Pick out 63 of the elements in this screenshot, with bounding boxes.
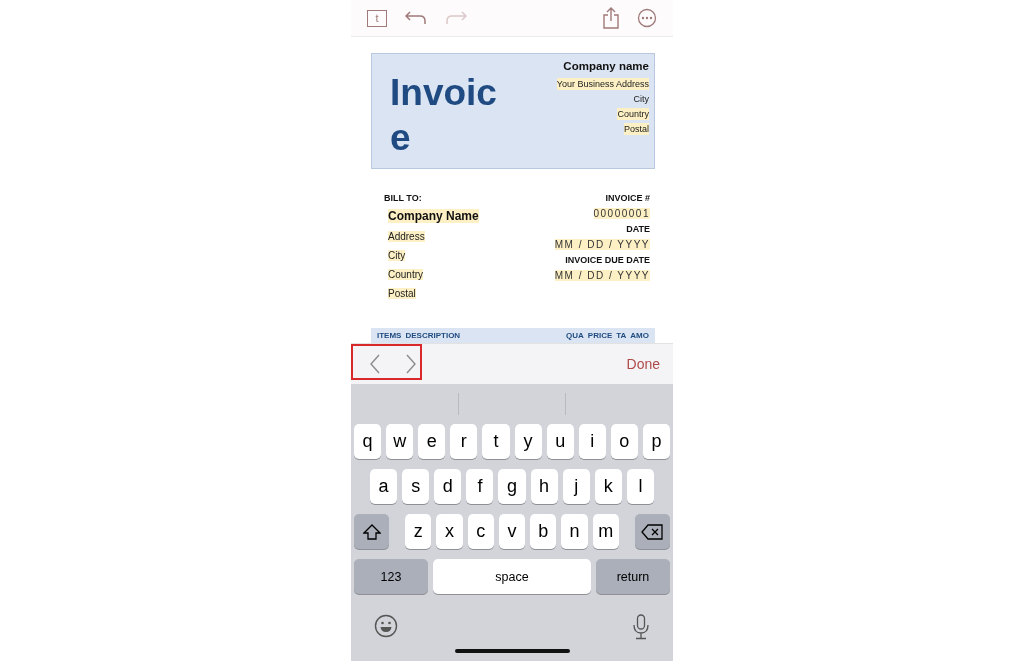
field-label: INVOICE DUE DATE bbox=[565, 255, 650, 265]
letter-key[interactable]: w bbox=[386, 424, 414, 459]
bill-to-field[interactable]: Company Name bbox=[388, 209, 479, 223]
letter-key[interactable]: n bbox=[561, 514, 588, 549]
document-icon[interactable]: t bbox=[367, 9, 387, 27]
column-header: DESCRIPTION bbox=[405, 331, 461, 340]
invoice-field[interactable]: MM / DD / YYYY bbox=[554, 270, 650, 281]
delete-key[interactable] bbox=[635, 514, 670, 549]
letter-key[interactable]: q bbox=[354, 424, 382, 459]
previous-icon[interactable] bbox=[369, 354, 381, 374]
letter-key[interactable]: e bbox=[418, 424, 446, 459]
bill-to-field[interactable]: Country bbox=[388, 269, 423, 280]
letter-key[interactable]: g bbox=[498, 469, 526, 504]
share-icon[interactable] bbox=[603, 7, 619, 29]
letter-key[interactable]: c bbox=[467, 514, 494, 549]
column-header: ITEMS bbox=[377, 331, 402, 340]
address-line[interactable]: City bbox=[633, 93, 649, 105]
delete-icon bbox=[641, 523, 664, 540]
letter-key[interactable]: r bbox=[450, 424, 478, 459]
letter-key[interactable]: k bbox=[594, 469, 622, 504]
next-icon[interactable] bbox=[405, 354, 417, 374]
letter-key[interactable]: h bbox=[530, 469, 558, 504]
letter-key[interactable]: f bbox=[466, 469, 494, 504]
done-button[interactable]: Done bbox=[626, 352, 660, 376]
space-key[interactable]: space bbox=[433, 559, 591, 594]
more-icon[interactable] bbox=[637, 8, 657, 28]
letter-key[interactable]: t bbox=[482, 424, 510, 459]
return-key[interactable]: return bbox=[596, 559, 670, 594]
letter-key[interactable]: d bbox=[434, 469, 462, 504]
letter-key[interactable]: x bbox=[436, 514, 463, 549]
bill-to-label: BILL TO: bbox=[384, 193, 422, 203]
field-label: DATE bbox=[626, 224, 650, 234]
letter-key[interactable]: j bbox=[562, 469, 590, 504]
bill-to-field[interactable]: Address bbox=[388, 231, 425, 242]
letter-key[interactable]: b bbox=[530, 514, 557, 549]
column-header: TA bbox=[616, 331, 627, 340]
invoice-field[interactable]: MM / DD / YYYY bbox=[554, 239, 650, 250]
field-label: INVOICE # bbox=[605, 193, 650, 203]
bill-to-field[interactable]: Postal bbox=[388, 288, 416, 299]
letter-key[interactable]: o bbox=[610, 424, 638, 459]
letter-key[interactable]: z bbox=[405, 514, 432, 549]
company-name: Company name bbox=[563, 60, 649, 72]
letter-key[interactable]: m bbox=[592, 514, 619, 549]
bill-to-field[interactable]: City bbox=[388, 250, 406, 261]
letter-key[interactable]: l bbox=[626, 469, 654, 504]
letter-key[interactable]: i bbox=[578, 424, 606, 459]
letter-key[interactable]: y bbox=[514, 424, 542, 459]
shift-key[interactable] bbox=[354, 514, 389, 549]
column-header: QUA bbox=[566, 331, 584, 340]
shift-icon bbox=[362, 523, 381, 540]
column-header: AMO bbox=[630, 331, 649, 340]
column-header: PRICE bbox=[587, 331, 613, 340]
letter-key[interactable]: u bbox=[546, 424, 574, 459]
undo-icon[interactable] bbox=[405, 11, 427, 25]
emoji-icon[interactable] bbox=[374, 614, 398, 638]
letter-key[interactable]: a bbox=[370, 469, 398, 504]
invoice-title: Invoice bbox=[390, 71, 498, 150]
numbers-key[interactable]: 123 bbox=[354, 559, 428, 594]
invoice-field[interactable]: 00000001 bbox=[593, 208, 650, 219]
letter-key[interactable]: p bbox=[642, 424, 670, 459]
microphone-icon[interactable] bbox=[632, 614, 650, 640]
letter-key[interactable]: v bbox=[498, 514, 526, 549]
letter-key[interactable]: s bbox=[402, 469, 430, 504]
